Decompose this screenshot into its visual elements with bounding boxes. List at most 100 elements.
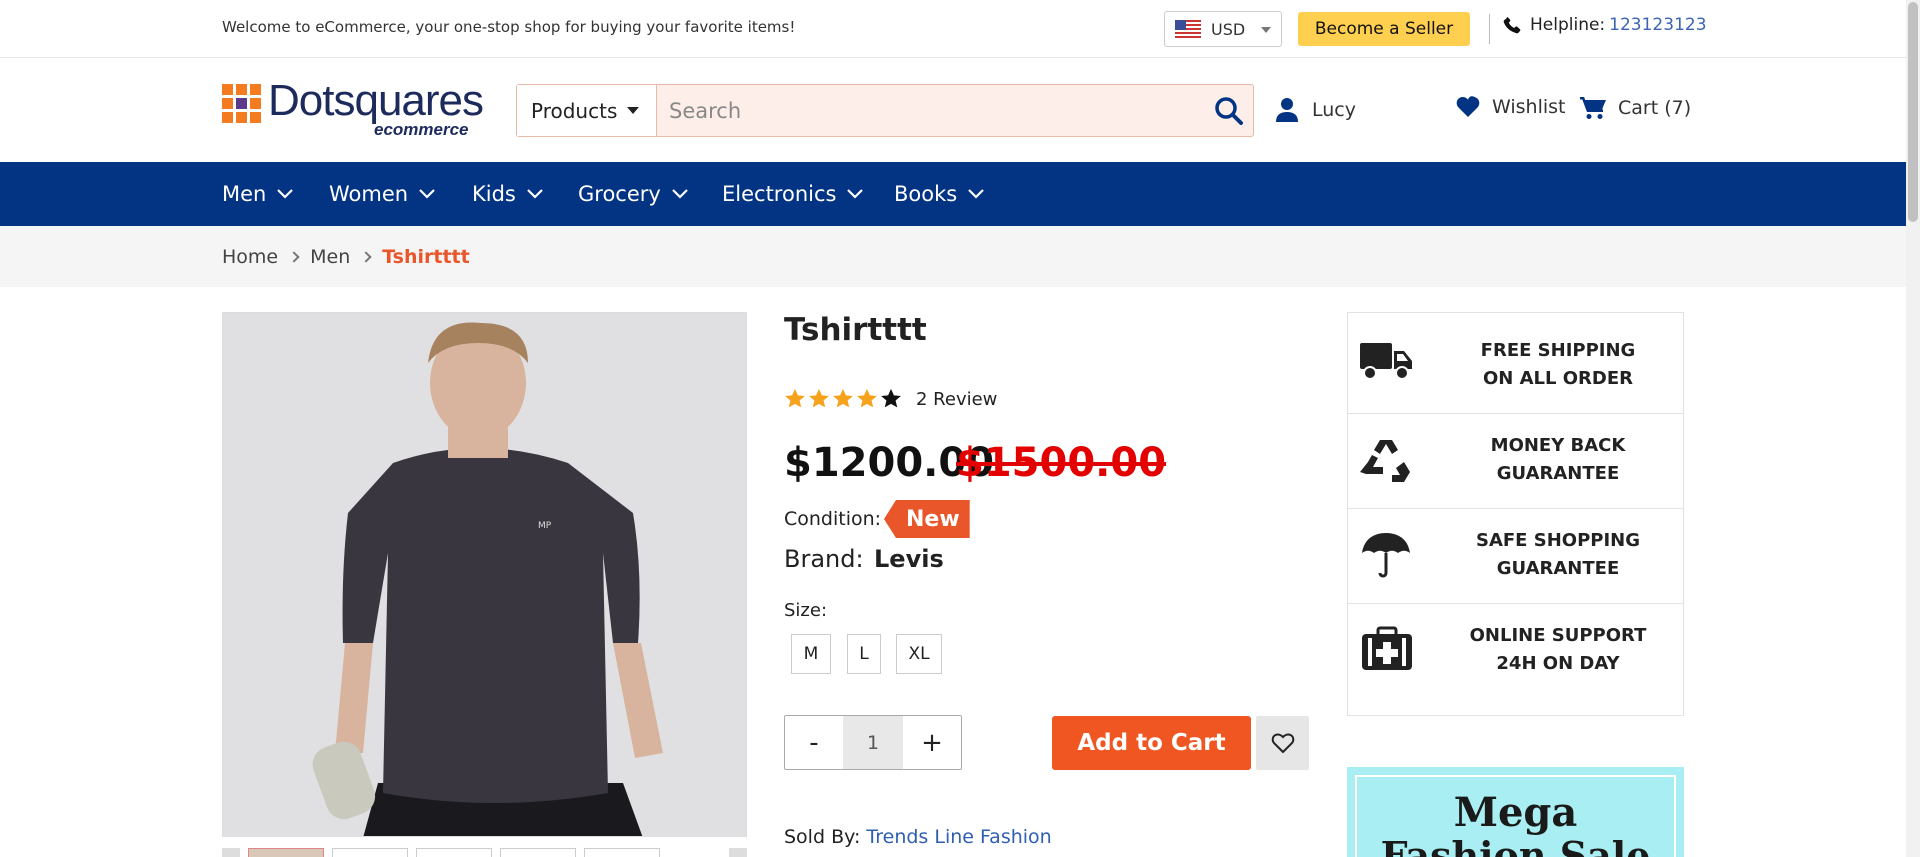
logo-subtext: ecommerce (374, 120, 469, 139)
breadcrumb-home[interactable]: Home (222, 246, 278, 268)
nav-label: Men (222, 182, 267, 206)
search-input[interactable] (657, 85, 1197, 136)
us-flag-icon (1175, 20, 1201, 38)
search-category-label: Products (531, 98, 618, 123)
promo-banner[interactable]: Mega Fashion Sale (1347, 767, 1684, 857)
service-highlights: FREE SHIPPING ON ALL ORDER MONEY BACK GU… (1347, 312, 1684, 716)
cart-icon (1580, 97, 1606, 119)
service-text: FREE SHIPPING ON ALL ORDER (1480, 340, 1636, 389)
banner-line-2: Fashion Sale (1380, 833, 1651, 857)
sold-by-label: Sold By: (784, 826, 861, 848)
qty-decrease-button[interactable]: - (785, 716, 843, 769)
nav-label: Books (894, 182, 958, 206)
user-account-link[interactable]: Lucy (1276, 98, 1356, 122)
logo-text: Dotsquares (268, 76, 484, 125)
seller-link[interactable]: Trends Line Fashion (866, 826, 1051, 848)
breadcrumb-men[interactable]: Men (310, 246, 350, 268)
add-to-cart-button[interactable]: Add to Cart (1052, 716, 1251, 770)
service-free-shipping: FREE SHIPPING ON ALL ORDER (1348, 313, 1683, 414)
top-bar: Welcome to eCommerce, your one-stop shop… (0, 0, 1906, 58)
helpline-label: Helpline: (1530, 15, 1606, 35)
shirt-logo: MP (538, 521, 552, 531)
chevron-down-icon (968, 189, 984, 199)
nav-label: Electronics (722, 182, 837, 206)
chevron-down-icon (527, 189, 543, 199)
product-main-image[interactable]: MP (222, 312, 747, 837)
size-option-m[interactable]: M (791, 634, 831, 674)
search-bar: Products (516, 84, 1254, 137)
nav-item-men[interactable]: Men (222, 182, 294, 206)
breadcrumb: Home Men Tshirtttt (222, 246, 470, 268)
service-money-back: MONEY BACK GUARANTEE (1348, 414, 1683, 509)
star-icon (881, 388, 901, 408)
nav-item-grocery[interactable]: Grocery (578, 182, 689, 206)
breadcrumb-bar: Home Men Tshirtttt (0, 226, 1906, 287)
thumbnail[interactable] (416, 848, 492, 857)
qty-value[interactable]: 1 (843, 716, 903, 769)
nav-item-kids[interactable]: Kids (472, 182, 544, 206)
recycle-icon (1360, 440, 1410, 482)
service-online-support: ONLINE SUPPORT 24H ON DAY (1348, 604, 1683, 715)
cart-link[interactable]: Cart (7) (1580, 96, 1691, 120)
chevron-down-icon (847, 189, 864, 199)
thumbnail[interactable] (332, 848, 408, 857)
nav-item-electronics[interactable]: Electronics (722, 182, 864, 206)
heart-outline-icon (1271, 733, 1294, 754)
star-icon (785, 388, 805, 408)
size-option-xl[interactable]: XL (896, 634, 942, 674)
size-label: Size: (784, 600, 828, 621)
service-text: MONEY BACK GUARANTEE (1490, 435, 1626, 484)
search-category-select[interactable]: Products (517, 85, 657, 136)
star-icon (833, 388, 853, 408)
condition-badge: New (884, 500, 970, 538)
nav-item-women[interactable]: Women (329, 182, 436, 206)
product-rating: 2 Review (784, 388, 997, 410)
first-aid-icon (1362, 626, 1412, 670)
star-icon (857, 388, 877, 408)
truck-icon (1360, 343, 1412, 380)
umbrella-icon (1362, 533, 1410, 578)
nav-label: Women (329, 182, 409, 206)
brand-value: Levis (874, 545, 944, 573)
service-text: SAFE SHOPPING GUARANTEE (1475, 530, 1640, 579)
chevron-down-icon (672, 189, 688, 199)
thumb-next-arrow[interactable] (729, 848, 747, 857)
chevron-down-icon (419, 189, 435, 199)
welcome-text: Welcome to eCommerce, your one-stop shop… (222, 18, 796, 36)
currency-select[interactable]: USD (1164, 11, 1282, 47)
search-icon[interactable] (1213, 95, 1245, 127)
site-logo[interactable]: Dotsquares ecommerce (222, 76, 484, 140)
review-count[interactable]: 2 Review (916, 389, 997, 410)
star-icon (809, 388, 829, 408)
thumbnail[interactable] (584, 848, 660, 857)
wishlist-link[interactable]: Wishlist (1456, 96, 1566, 118)
product-photo: MP (223, 313, 746, 836)
chevron-right-icon (288, 251, 300, 263)
sold-by: Sold By: Trends Line Fashion (784, 826, 1052, 848)
scrollbar-thumb[interactable] (1908, 2, 1918, 222)
become-seller-button[interactable]: Become a Seller (1298, 12, 1470, 46)
thumb-prev-arrow[interactable] (222, 848, 240, 857)
nav-item-books[interactable]: Books (894, 182, 985, 206)
divider (1489, 14, 1490, 44)
thumbnail[interactable] (500, 848, 576, 857)
nav-label: Grocery (578, 182, 661, 206)
nav-label: Kids (472, 182, 516, 206)
thumbnail[interactable] (248, 848, 324, 857)
chevron-down-icon (1261, 27, 1271, 33)
wishlist-label: Wishlist (1492, 96, 1566, 118)
add-to-wishlist-button[interactable] (1256, 716, 1309, 770)
page-scrollbar[interactable] (1906, 0, 1920, 857)
size-option-l[interactable]: L (847, 634, 881, 674)
caret-down-icon (627, 107, 640, 114)
helpline-number[interactable]: 123123123 (1609, 15, 1706, 35)
qty-increase-button[interactable]: + (903, 716, 961, 769)
service-text: ONLINE SUPPORT 24H ON DAY (1469, 625, 1647, 674)
product-old-price: $1500.00 (956, 440, 1167, 486)
banner-line-1: Mega (1453, 789, 1578, 836)
cart-label: Cart (7) (1618, 97, 1692, 119)
helpline: Helpline: 123123123 (1502, 14, 1707, 36)
heart-icon (1456, 96, 1480, 117)
chevron-down-icon (277, 189, 294, 199)
service-safe-shopping: SAFE SHOPPING GUARANTEE (1348, 509, 1683, 604)
